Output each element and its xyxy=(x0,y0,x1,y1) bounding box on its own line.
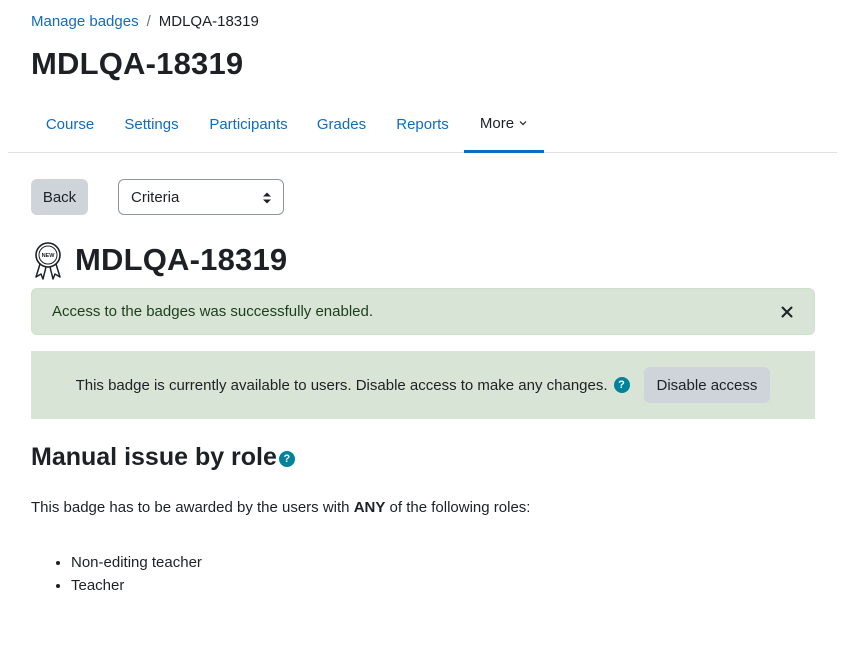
select-value: Criteria xyxy=(131,188,180,206)
breadcrumb: Manage badges / MDLQA-18319 xyxy=(31,12,259,32)
tab-reports-label: Reports xyxy=(396,116,449,133)
back-button[interactable]: Back xyxy=(31,179,88,215)
select-arrows-icon xyxy=(263,192,271,204)
tab-participants[interactable]: Participants xyxy=(196,96,301,153)
criteria-title: Manual issue by role xyxy=(31,443,277,471)
list-item: Non-editing teacher xyxy=(71,551,202,574)
criteria-heading: Manual issue by role ? xyxy=(31,440,295,474)
roles-list: Non-editing teacher Teacher xyxy=(31,551,202,597)
desc-after: of the following roles: xyxy=(385,499,531,516)
alert-message: Access to the badges was successfully en… xyxy=(52,303,374,320)
tab-settings-label: Settings xyxy=(124,116,179,133)
breadcrumb-separator: / xyxy=(146,13,151,30)
tab-course-label: Course xyxy=(45,116,95,133)
badge-new-text: NEW xyxy=(42,253,56,259)
tab-grades[interactable]: Grades xyxy=(303,96,380,153)
list-item: Teacher xyxy=(71,574,202,597)
tab-participants-label: Participants xyxy=(209,116,288,133)
close-icon[interactable] xyxy=(780,305,794,319)
success-alert: Access to the badges was successfully en… xyxy=(31,288,815,335)
desc-before: This badge has to be awarded by the user… xyxy=(31,499,354,516)
desc-emphasis: ANY xyxy=(353,499,386,516)
tab-more[interactable]: More xyxy=(464,96,544,153)
breadcrumb-current: MDLQA-18319 xyxy=(158,13,259,30)
chevron-down-icon xyxy=(519,121,527,126)
badge-name: MDLQA-18319 xyxy=(75,242,288,277)
tab-settings[interactable]: Settings xyxy=(110,96,193,153)
badge-heading: NEW MDLQA-18319 xyxy=(31,240,287,280)
badge-navigation-select[interactable]: Criteria xyxy=(118,179,284,215)
tab-reports[interactable]: Reports xyxy=(382,96,463,153)
disable-access-button[interactable]: Disable access xyxy=(643,367,771,403)
badge-status-box: This badge is currently available to use… xyxy=(31,351,815,419)
tab-course[interactable]: Course xyxy=(32,96,108,153)
status-message: This badge is currently available to use… xyxy=(75,376,608,394)
tab-more-label: More xyxy=(479,114,515,132)
page-title: MDLQA-18319 xyxy=(31,46,244,81)
help-icon[interactable]: ? xyxy=(613,377,630,393)
breadcrumb-manage-badges-link[interactable]: Manage badges xyxy=(31,12,139,32)
badge-medal-icon: NEW xyxy=(35,242,61,280)
secondary-navigation: Course Settings Participants Grades Repo… xyxy=(8,96,837,153)
criteria-description: This badge has to be awarded by the user… xyxy=(31,498,530,518)
tab-grades-label: Grades xyxy=(316,116,367,133)
criteria-help-icon[interactable]: ? xyxy=(278,450,295,467)
